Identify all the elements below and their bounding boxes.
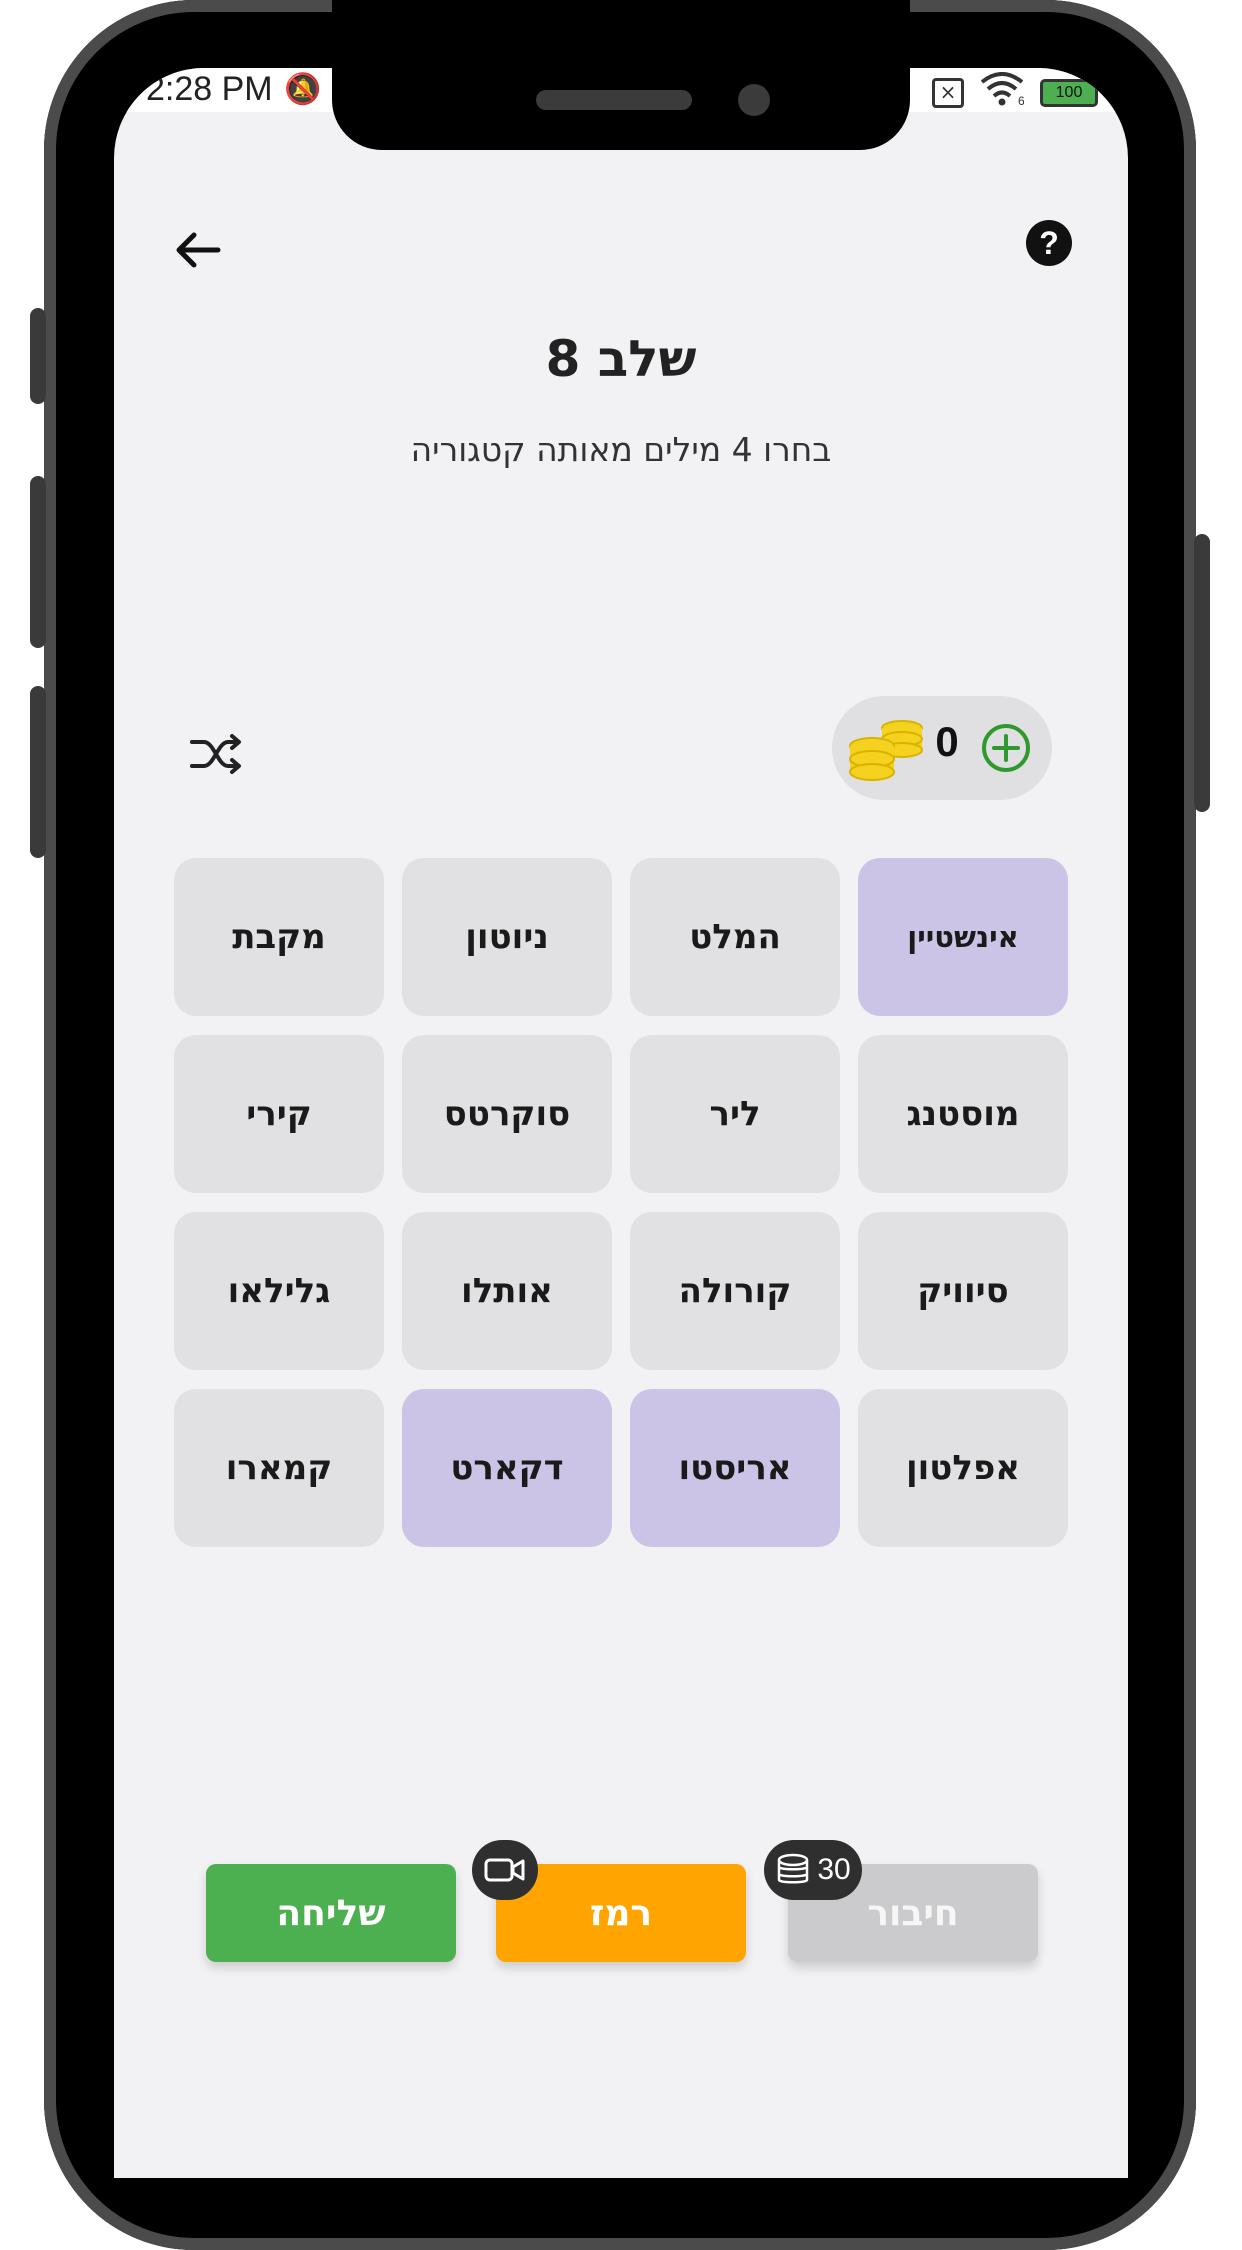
- battery-icon: 100: [1040, 79, 1098, 107]
- word-tile[interactable]: אפלטון: [858, 1389, 1068, 1547]
- word-label: דקארט: [450, 1448, 564, 1488]
- word-label: אותלו: [461, 1271, 553, 1311]
- word-tile[interactable]: סוקרטס: [402, 1035, 612, 1193]
- phone-side-button: [30, 308, 46, 404]
- phone-notch: [332, 0, 910, 150]
- wifi-label: 6: [1018, 94, 1024, 106]
- connect-cost-badge: 30: [764, 1840, 862, 1900]
- word-tile[interactable]: אריסטו: [630, 1389, 840, 1547]
- word-tile[interactable]: מקבת: [174, 858, 384, 1016]
- word-label: סיוויק: [917, 1271, 1009, 1311]
- word-tile[interactable]: קירי: [174, 1035, 384, 1193]
- back-arrow-icon[interactable]: [168, 220, 228, 280]
- word-tile[interactable]: קמארו: [174, 1389, 384, 1547]
- help-icon[interactable]: ?: [1026, 220, 1072, 266]
- word-label: המלט: [689, 917, 781, 957]
- coins-balance: 0: [832, 696, 1052, 800]
- send-button[interactable]: שליחה: [206, 1864, 456, 1962]
- coins-count: 0: [935, 718, 959, 765]
- word-label: אינשטיין: [907, 920, 1019, 954]
- app-screen: 2:28 PM 🔕 × 6 100 ? שלב 8 בחרו 4 מילים מ…: [114, 68, 1128, 2178]
- word-label: קמארו: [225, 1448, 333, 1488]
- word-tile[interactable]: מוסטנג: [858, 1035, 1068, 1193]
- word-label: סוקרטס: [443, 1094, 571, 1134]
- word-tile[interactable]: אינשטיין: [858, 858, 1068, 1016]
- status-icons: × 6 100: [932, 72, 1098, 114]
- watch-video-badge[interactable]: [472, 1840, 538, 1900]
- word-tile[interactable]: ניוטון: [402, 858, 612, 1016]
- level-title: שלב 8: [545, 330, 697, 388]
- phone-speaker: [536, 90, 692, 110]
- phone-camera: [738, 84, 770, 116]
- word-label: קורולה: [678, 1271, 792, 1311]
- no-sim-icon: ×: [932, 78, 964, 108]
- word-tile[interactable]: המלט: [630, 858, 840, 1016]
- word-tile[interactable]: גלילאו: [174, 1212, 384, 1370]
- status-time: 2:28 PM: [146, 70, 273, 108]
- coins-icon: [778, 1853, 809, 1884]
- word-label: קירי: [246, 1094, 312, 1134]
- word-tile[interactable]: סיוויק: [858, 1212, 1068, 1370]
- word-label: מקבת: [232, 917, 326, 957]
- word-label: גלילאו: [227, 1271, 331, 1311]
- word-label: אפלטון: [905, 1448, 1021, 1488]
- phone-side-button: [30, 686, 46, 858]
- video-camera-icon: [484, 1858, 525, 1882]
- wifi-icon: 6: [980, 72, 1025, 114]
- word-grid: אינשטיין המלט ניוטון מקבת מוסטנג ליר סוק…: [174, 858, 1068, 1554]
- shuffle-icon[interactable]: [186, 724, 246, 784]
- word-label: אריסטו: [678, 1448, 792, 1488]
- instructions: בחרו 4 מילים מאותה קטגוריה: [410, 430, 832, 469]
- word-label: ניוטון: [465, 917, 549, 957]
- word-label: מוסטנג: [906, 1094, 1020, 1134]
- coins-stack-icon: [848, 716, 924, 782]
- connect-cost: 30: [817, 1853, 851, 1886]
- word-tile[interactable]: דקארט: [402, 1389, 612, 1547]
- word-tile[interactable]: קורולה: [630, 1212, 840, 1370]
- word-tile[interactable]: אותלו: [402, 1212, 612, 1370]
- add-coins-icon[interactable]: [980, 722, 1032, 774]
- phone-side-button: [30, 476, 46, 648]
- word-label: ליר: [709, 1094, 761, 1134]
- connect-button-label: חיבור: [867, 1892, 959, 1934]
- phone-side-button: [1194, 534, 1210, 812]
- mute-icon: 🔕: [284, 72, 322, 107]
- hint-button-label: רמז: [589, 1892, 653, 1934]
- word-tile[interactable]: ליר: [630, 1035, 840, 1193]
- send-button-label: שליחה: [276, 1892, 386, 1934]
